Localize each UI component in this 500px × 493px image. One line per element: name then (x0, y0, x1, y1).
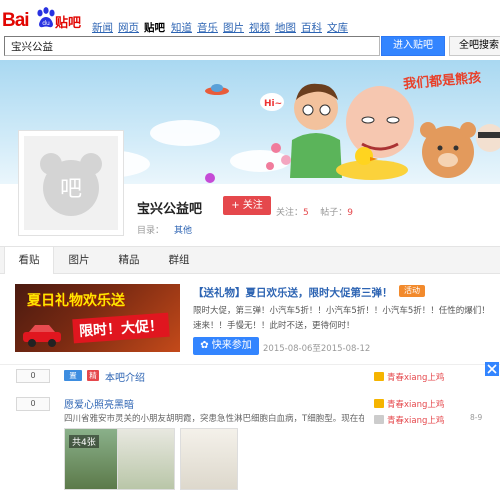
author-icon (374, 372, 384, 381)
gift-icon: ✿ (200, 340, 212, 351)
logo-text: Bai (2, 10, 30, 31)
nav-tieba[interactable]: 贴吧 (144, 20, 165, 35)
thread-thumbnail[interactable]: 共4张 (64, 428, 122, 490)
reply-icon (374, 415, 384, 424)
featured-tag: 精 (87, 370, 99, 381)
follow-stat-label: 关注： (276, 208, 304, 218)
reply-count: 0 (16, 397, 50, 411)
promo-title[interactable]: 【送礼物】夏日欢乐送，限时大促第三弹！ (193, 285, 393, 300)
directory-label: 目录： (137, 226, 165, 236)
nav-wenku[interactable]: 文库 (327, 20, 348, 35)
last-reply-author[interactable]: 青春xiang上鸡 (374, 414, 444, 426)
forum-directory: 目录： 其他 (137, 223, 192, 236)
logo-suffix: 贴吧 (55, 16, 82, 31)
nav-video[interactable]: 视频 (249, 20, 270, 35)
pinned-tag: 置顶 (64, 370, 82, 391)
activity-badge: 活动 (399, 285, 425, 297)
promo-date-range: 2015-08-06至2015-08-12 (263, 344, 371, 354)
thread-thumbnail[interactable] (180, 428, 238, 490)
post-stat-label: 帖子： (320, 208, 348, 218)
enter-forum-button[interactable]: 进入贴吧 (381, 36, 445, 56)
svg-text:du: du (42, 20, 50, 27)
avatar-placeholder: 吧 (24, 136, 118, 230)
follow-button[interactable]: + 关注 (223, 196, 271, 215)
nav-web[interactable]: 网页 (118, 20, 139, 35)
thread-thumbnail[interactable] (117, 428, 175, 490)
forum-tabs: 看贴 图片 精品 群组 (0, 246, 500, 275)
thread-title[interactable]: 本吧介绍 (105, 369, 145, 384)
post-count: 9 (347, 208, 353, 218)
nav-images[interactable]: 图片 (223, 20, 244, 35)
image-count: 共4张 (69, 435, 99, 448)
forum-avatar[interactable]: 吧 (18, 130, 124, 236)
last-reply-author-name: 青春xiang上鸡 (387, 416, 445, 426)
promo-section: 夏日礼物欢乐送 限时！大促！ 【送礼物】夏日欢乐送，限时大促第三弹！ 活动 限时… (0, 274, 500, 364)
forum-stats: 关注：5 帖子：9 (276, 205, 353, 218)
promo-image[interactable]: 夏日礼物欢乐送 限时！大促！ (15, 284, 180, 352)
tab-groups[interactable]: 群组 (154, 247, 204, 274)
join-activity-button[interactable]: ✿ 快来参加 (193, 337, 259, 355)
follow-count: 5 (303, 208, 309, 218)
nav-zhidao[interactable]: 知道 (171, 20, 192, 35)
svg-text:吧: 吧 (60, 177, 82, 202)
thread-snippet: 四川省雅安市灵关的小朋友胡明霞，突患急性淋巴细胞白血病，T细胞型。现在在华… (64, 414, 364, 424)
svg-text:Hi~: Hi~ (264, 99, 282, 109)
car-icon (23, 325, 61, 347)
tab-featured[interactable]: 精品 (104, 247, 154, 274)
forum-name: 宝兴公益吧 (137, 202, 203, 217)
directory-link[interactable]: 其他 (174, 226, 192, 236)
thread-author[interactable]: 青春xiang上鸡 (374, 398, 444, 410)
search-row: 进入贴吧 全吧搜索 (0, 36, 500, 58)
nav-map[interactable]: 地图 (275, 20, 296, 35)
bear-placeholder-icon: 吧 (40, 153, 102, 216)
tab-posts[interactable]: 看贴 (4, 247, 54, 275)
search-input[interactable] (4, 36, 380, 56)
promo-image-sale: 限时！大促！ (72, 312, 170, 344)
promo-description: 限时大促，第三弹！小汽车5折！！小汽车5折！！小汽车5折！！任性的爆们！速来！！… (193, 306, 490, 331)
search-all-button[interactable]: 全吧搜索 (449, 36, 500, 56)
promo-image-headline: 夏日礼物欢乐送 (27, 293, 125, 309)
thread-author[interactable]: 青春xiang上鸡 (374, 371, 444, 383)
nav-news[interactable]: 新闻 (92, 20, 113, 35)
baidu-tieba-logo[interactable]: Bai du 贴吧 (2, 6, 84, 32)
top-bar: Bai du 贴吧 新闻 网页 贴吧 知道 音乐 图片 视频 地图 百科 文库 (0, 0, 500, 36)
thread-title[interactable]: 愿爱心照亮黑暗 (64, 396, 134, 411)
author-icon (374, 399, 384, 408)
join-activity-label: 快来参加 (211, 340, 252, 351)
thread-author-name: 青春xiang上鸡 (387, 373, 445, 383)
tab-images[interactable]: 图片 (54, 247, 104, 274)
nav-music[interactable]: 音乐 (197, 20, 218, 35)
thread-time: 8-9 (470, 413, 483, 422)
corner-fold-icon[interactable] (485, 362, 499, 376)
thread-author-name: 青春xiang上鸡 (387, 400, 445, 410)
reply-count: 0 (16, 369, 50, 383)
close-icon (487, 364, 497, 374)
nav-baike[interactable]: 百科 (301, 20, 322, 35)
